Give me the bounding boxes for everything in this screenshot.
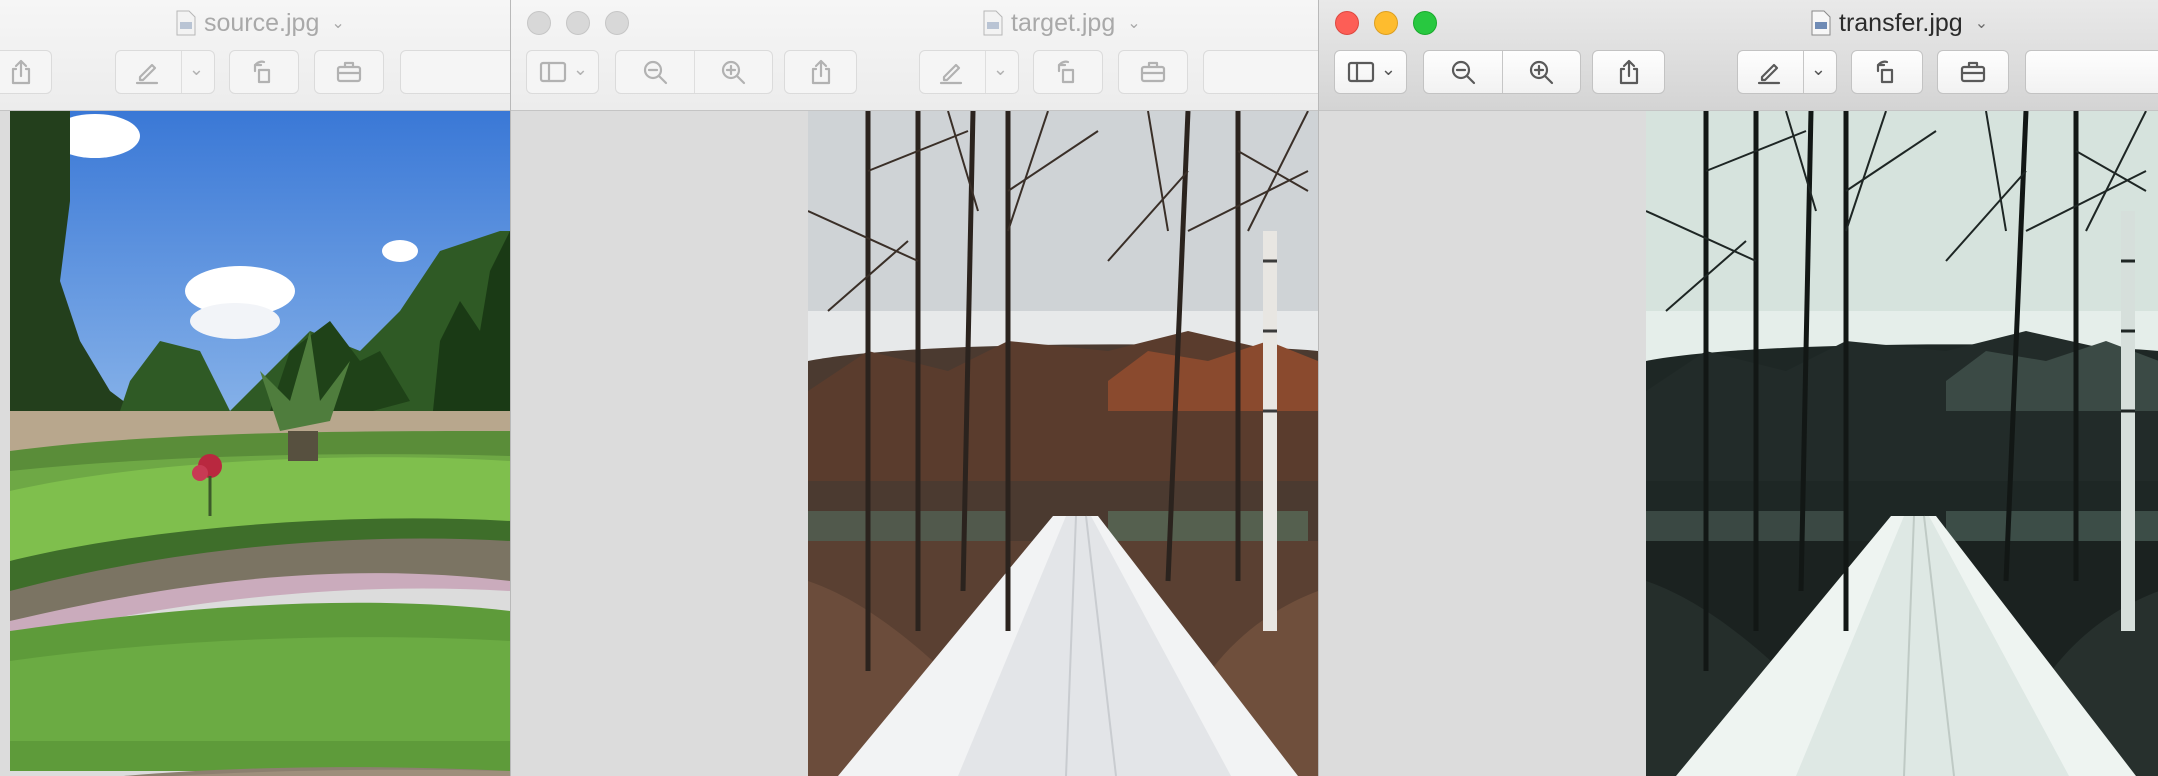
jpg-file-icon	[1811, 10, 1831, 36]
chevron-down-icon[interactable]: ⌄	[1975, 13, 1988, 33]
window-title[interactable]: target.jpg ⌄	[983, 6, 1141, 40]
toolbox-button[interactable]	[1118, 50, 1188, 94]
sidebar-button[interactable]: ⌄	[1334, 50, 1407, 94]
window-titlebar[interactable]: source.jpg ⌄ ⌄	[0, 0, 510, 111]
markup-pen-icon	[1757, 63, 1781, 85]
search-field[interactable]	[2025, 50, 2158, 94]
share-icon	[811, 59, 830, 85]
document-view[interactable]	[511, 111, 1319, 776]
transfer-image	[1646, 111, 2158, 776]
rotate-icon	[1876, 60, 1894, 84]
chevron-down-icon[interactable]: ⌄	[1811, 59, 1826, 80]
rotate-icon	[1057, 60, 1075, 84]
sidebar-icon	[539, 61, 566, 83]
rotate-button[interactable]	[229, 50, 299, 94]
chevron-down-icon: ⌄	[1380, 59, 1396, 79]
search-field[interactable]	[1203, 50, 1319, 94]
window-title[interactable]: transfer.jpg ⌄	[1811, 6, 1988, 40]
zoom-out-icon[interactable]	[640, 57, 670, 87]
sidebar-icon	[1347, 61, 1374, 83]
source-image	[10, 111, 510, 776]
share-icon	[11, 59, 31, 85]
minimize-button[interactable]	[1374, 11, 1398, 35]
zoom-segment[interactable]	[1423, 50, 1581, 94]
toolbox-icon	[1960, 61, 1986, 83]
zoom-button[interactable]	[1413, 11, 1437, 35]
jpg-file-icon	[176, 10, 196, 36]
toolbox-button[interactable]	[314, 50, 384, 94]
chevron-down-icon[interactable]: ⌄	[1127, 13, 1140, 33]
preview-window-target[interactable]: target.jpg ⌄ ⌄ ⌄	[510, 0, 1319, 776]
sidebar-button[interactable]: ⌄	[526, 50, 599, 94]
document-view[interactable]	[1319, 111, 2158, 776]
chevron-down-icon[interactable]: ⌄	[331, 13, 344, 33]
share-button[interactable]	[1592, 50, 1665, 94]
window-titlebar[interactable]: transfer.jpg ⌄ ⌄ ⌄	[1319, 0, 2158, 111]
zoom-segment[interactable]	[615, 50, 773, 94]
close-button[interactable]	[1335, 11, 1359, 35]
preview-window-transfer[interactable]: transfer.jpg ⌄ ⌄ ⌄	[1318, 0, 2158, 776]
chevron-down-icon: ⌄	[572, 59, 588, 79]
window-title[interactable]: source.jpg ⌄	[176, 6, 345, 40]
share-icon	[1619, 59, 1638, 85]
zoom-in-icon[interactable]	[1526, 57, 1556, 87]
preview-window-source[interactable]: source.jpg ⌄ ⌄	[0, 0, 510, 776]
search-field[interactable]	[400, 50, 510, 94]
close-button[interactable]	[527, 11, 551, 35]
minimize-button[interactable]	[566, 11, 590, 35]
chevron-down-icon[interactable]: ⌄	[993, 59, 1008, 80]
toolbox-icon	[336, 61, 362, 83]
rotate-icon	[253, 60, 271, 84]
zoom-in-icon[interactable]	[718, 57, 748, 87]
window-title-text: source.jpg	[204, 8, 320, 37]
markup-button[interactable]: ⌄	[1737, 50, 1837, 94]
toolbox-button[interactable]	[1937, 50, 2009, 94]
jpg-file-icon	[983, 10, 1003, 36]
window-controls	[1335, 11, 1437, 35]
share-button[interactable]	[0, 50, 52, 94]
window-title-text: target.jpg	[1011, 8, 1116, 37]
zoom-button[interactable]	[605, 11, 629, 35]
window-titlebar[interactable]: target.jpg ⌄ ⌄ ⌄	[511, 0, 1319, 111]
share-button[interactable]	[784, 50, 857, 94]
target-image	[808, 111, 1318, 776]
markup-button[interactable]: ⌄	[115, 50, 215, 94]
markup-button[interactable]: ⌄	[919, 50, 1019, 94]
markup-pen-icon	[135, 63, 159, 85]
window-title-text: transfer.jpg	[1839, 8, 1963, 37]
chevron-down-icon[interactable]: ⌄	[189, 59, 204, 80]
rotate-button[interactable]	[1033, 50, 1103, 94]
toolbox-icon	[1140, 61, 1166, 83]
zoom-out-icon[interactable]	[1448, 57, 1478, 87]
document-view[interactable]	[0, 111, 510, 776]
markup-pen-icon	[939, 63, 963, 85]
window-controls	[527, 11, 629, 35]
rotate-button[interactable]	[1851, 50, 1923, 94]
